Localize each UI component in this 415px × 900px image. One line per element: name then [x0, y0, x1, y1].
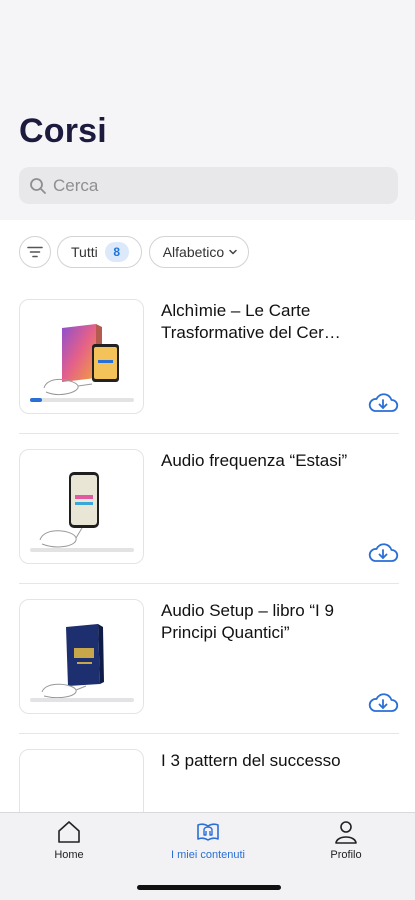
cloud-download-icon[interactable]: [367, 691, 399, 715]
cards-box-image: [43, 324, 119, 395]
cloud-download-icon[interactable]: [367, 391, 399, 415]
search-icon: [30, 177, 46, 194]
page-title: Corsi: [19, 112, 107, 150]
progress-fill: [30, 398, 43, 402]
tab-profile-label: Profilo: [330, 849, 362, 861]
course-title: Alchìmie – Le Carte Trasformative del Ce…: [161, 301, 341, 342]
all-filter-label: Tutti: [71, 244, 98, 260]
profile-icon: [335, 821, 357, 844]
progress-track: [30, 698, 134, 702]
count-badge: 8: [104, 242, 129, 262]
course-list: Alchìmie – Le Carte Trasformative del Ce…: [19, 284, 399, 884]
home-indicator: [137, 885, 281, 890]
phone-audio-image: [39, 472, 99, 548]
cloud-download-icon[interactable]: [367, 541, 399, 565]
course-thumbnail: [19, 599, 144, 714]
filter-row: Tutti 8 Alfabetico: [19, 236, 250, 268]
course-item[interactable]: Audio Setup – libro “I 9 Principi Quanti…: [19, 584, 399, 734]
course-item[interactable]: Alchìmie – Le Carte Trasformative del Ce…: [19, 284, 399, 434]
tab-my-content[interactable]: I miei contenuti: [148, 813, 268, 873]
tab-profile[interactable]: Profilo: [286, 813, 406, 873]
course-thumbnail: [19, 299, 144, 414]
filter-button[interactable]: [19, 236, 51, 268]
course-thumbnail: [19, 449, 144, 564]
tab-my-content-label: I miei contenuti: [171, 849, 245, 861]
tab-home-label: Home: [54, 849, 84, 861]
my-content-icon: [197, 823, 219, 841]
all-filter-chip[interactable]: Tutti 8: [57, 236, 142, 268]
progress-track: [30, 398, 134, 402]
tab-home[interactable]: Home: [9, 813, 129, 873]
search-input[interactable]: [53, 175, 373, 196]
sort-label: Alfabetico: [162, 244, 225, 260]
book-image: [41, 624, 104, 699]
chevron-down-icon: [229, 249, 237, 255]
course-title: Audio frequenza “Estasi”: [161, 451, 348, 470]
progress-track: [30, 548, 134, 552]
course-title: I 3 pattern del successo: [161, 751, 341, 770]
filter-icon: [27, 246, 43, 258]
search-bar[interactable]: [19, 167, 398, 204]
sort-dropdown[interactable]: Alfabetico: [148, 236, 250, 268]
course-title: Audio Setup – libro “I 9 Principi Quanti…: [161, 601, 334, 642]
course-item[interactable]: Audio frequenza “Estasi”: [19, 434, 399, 584]
home-icon: [58, 821, 80, 843]
